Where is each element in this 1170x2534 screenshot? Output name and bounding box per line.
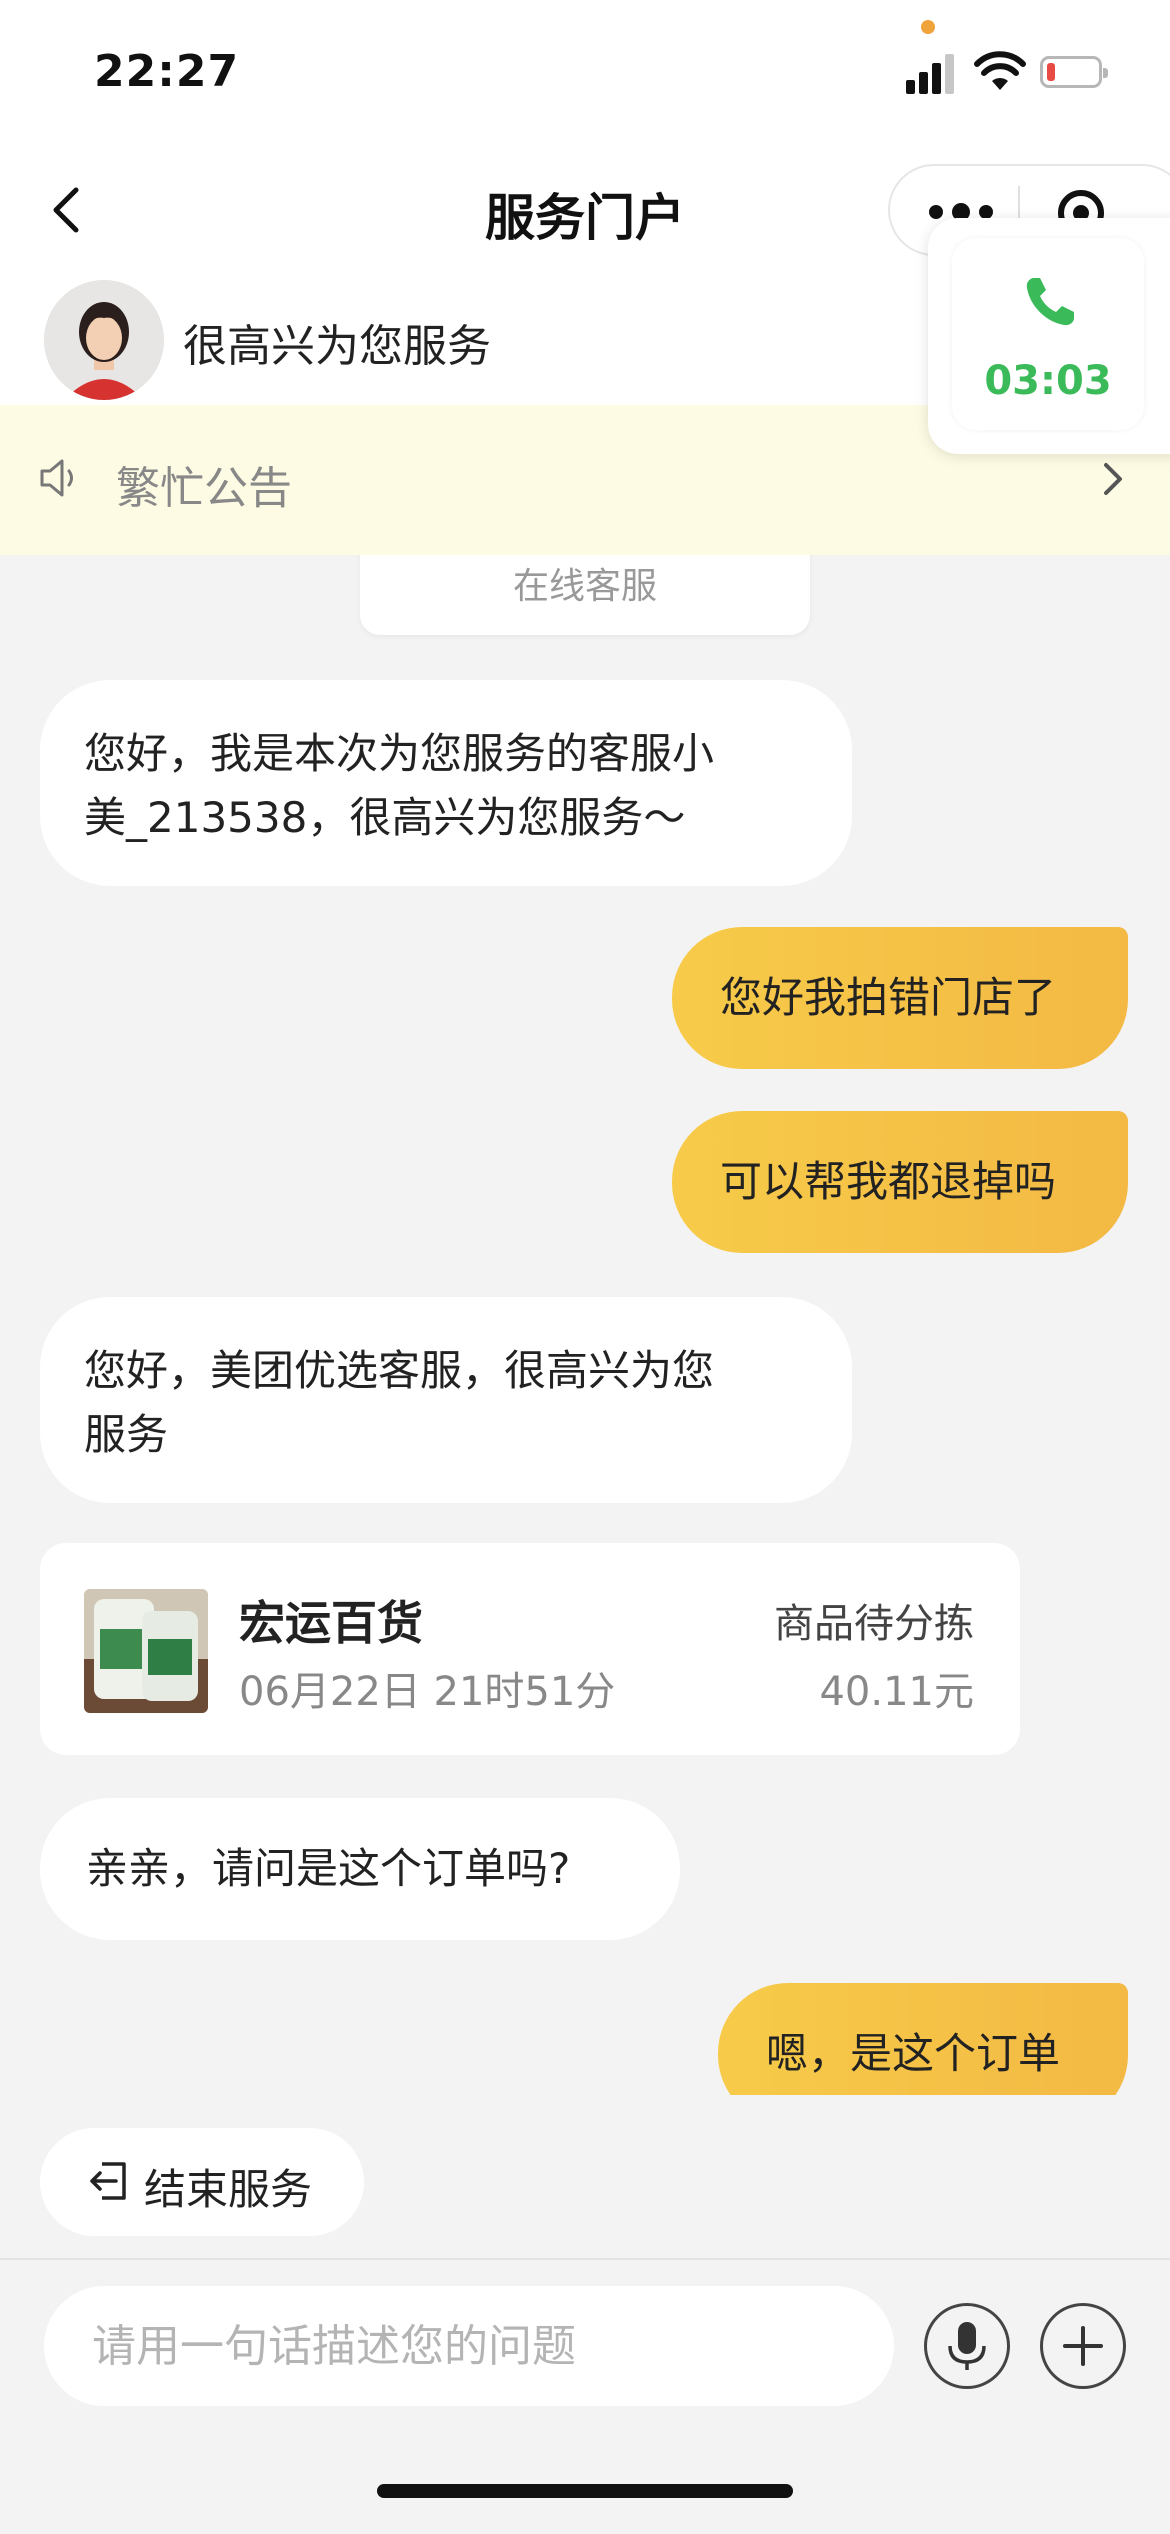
microphone-icon [948, 2322, 986, 2370]
message-input[interactable] [44, 2286, 894, 2406]
message-line: 服务 [84, 1410, 169, 1459]
product-thumbnail [84, 1589, 208, 1713]
plus-icon [1063, 2326, 1103, 2366]
agent-avatar [44, 280, 164, 400]
message-bubble-agent: 亲亲，请问是这个订单吗? [40, 1798, 680, 1940]
order-card[interactable]: 宏运百货 06月22日 21时51分 商品待分拣 40.11元 [40, 1543, 1020, 1755]
status-bar: 22:27 [0, 0, 1170, 150]
message-line: 您好，我是本次为您服务的客服小 [84, 729, 715, 778]
status-time: 22:27 [94, 46, 240, 97]
voice-button[interactable] [924, 2303, 1010, 2389]
call-timer-panel: 03:03 [952, 238, 1144, 430]
speaker-icon [40, 459, 73, 497]
end-service-button[interactable]: 结束服务 [40, 2128, 364, 2236]
agent-greeting: 很高兴为您服务 [183, 321, 491, 372]
wifi-icon [974, 51, 1026, 90]
message-bubble-user: 可以帮我都退掉吗 [672, 1111, 1128, 1253]
order-price: 40.11元 [819, 1669, 974, 1715]
message-bubble-user: 您好我拍错门店了 [672, 927, 1128, 1069]
online-service-card: 在线客服 [360, 555, 810, 635]
phone-icon [1026, 278, 1074, 326]
message-line: 您好，美团优选客服，很高兴为您 [84, 1346, 715, 1395]
battery-icon [1040, 56, 1108, 88]
end-service-label: 结束服务 [144, 2165, 313, 2214]
cellular-signal-icon [906, 52, 958, 94]
online-service-label: 在线客服 [512, 566, 657, 607]
chevron-right-icon [1104, 463, 1122, 495]
message-bubble-agent: 您好，美团优选客服，很高兴为您 服务 [40, 1297, 852, 1503]
exit-icon [90, 2162, 126, 2200]
order-datetime: 06月22日 21时51分 [239, 1669, 616, 1715]
call-duration: 03:03 [984, 358, 1112, 404]
message-line: 美_213538，很高兴为您服务～ [84, 793, 686, 842]
add-button[interactable] [1040, 2303, 1126, 2389]
notice-text: 繁忙公告 [116, 463, 292, 514]
order-status: 商品待分拣 [774, 1601, 974, 1647]
message-bubble-user: 嗯，是这个订单 [718, 1983, 1128, 2095]
chat-area[interactable]: 在线客服 您好，我是本次为您服务的客服小 美_213538，很高兴为您服务～ 您… [0, 555, 1170, 2095]
order-shop-name: 宏运百货 [239, 1596, 423, 1650]
recording-indicator [921, 20, 935, 34]
call-timer-widget[interactable]: 03:03 [928, 218, 1170, 454]
home-indicator [377, 2484, 793, 2498]
message-bubble-agent: 您好，我是本次为您服务的客服小 美_213538，很高兴为您服务～ [40, 680, 852, 886]
